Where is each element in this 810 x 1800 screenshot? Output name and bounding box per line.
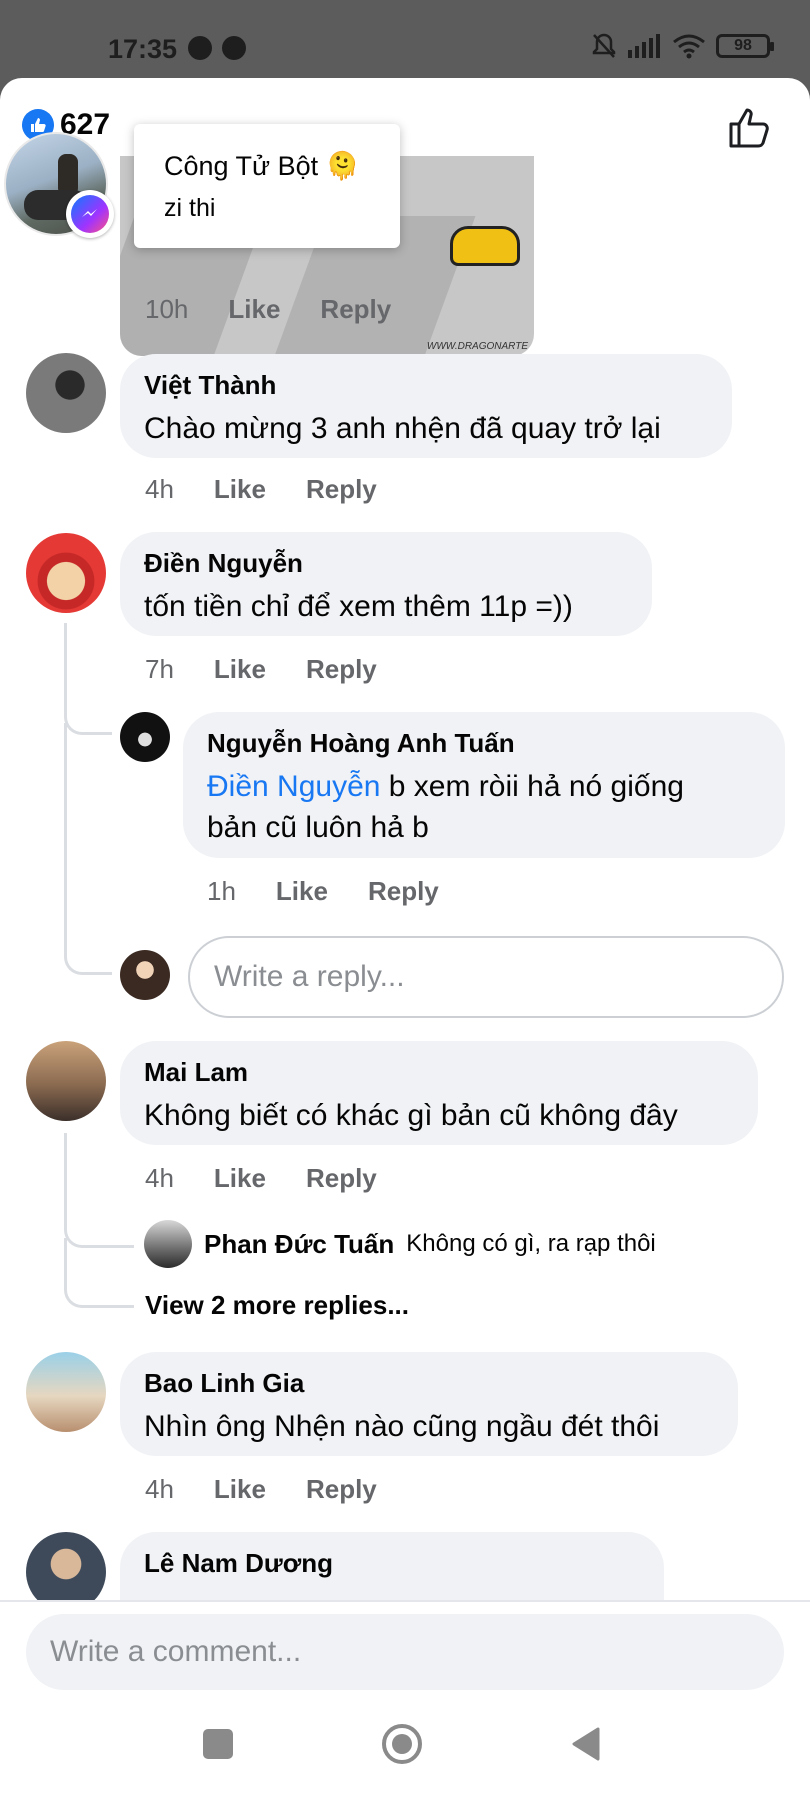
- popup-sender-name: Công Tử Bột 🫠: [164, 151, 360, 181]
- avatar: [120, 950, 170, 1000]
- comment-actions: 10h Like Reply: [145, 294, 391, 325]
- view-more-replies-link[interactable]: View 2 more replies...: [145, 1290, 409, 1321]
- comment-input[interactable]: [26, 1614, 784, 1690]
- reply-author[interactable]: Nguyễn Hoàng Anh Tuấn: [207, 728, 761, 759]
- comment-time: 4h: [145, 1163, 174, 1193]
- reply-text: Điền Nguyễn b xem ròii hả nó giống bản cũ…: [207, 767, 761, 848]
- reply-button[interactable]: Reply: [368, 876, 439, 907]
- status-icons: 98: [590, 32, 774, 60]
- facebook-icon: [222, 36, 246, 60]
- thread-connector: [64, 723, 112, 975]
- messenger-badge-icon: [66, 190, 114, 238]
- comment-bubble: Điền Nguyễn tốn tiền chỉ để xem thêm 11p…: [120, 532, 652, 636]
- reply-button[interactable]: Reply: [306, 654, 377, 685]
- back-triangle-icon[interactable]: [562, 1720, 610, 1768]
- comment-bubble: Việt Thành Chào mừng 3 anh nhện đã quay …: [120, 354, 732, 458]
- reply-preview[interactable]: Phan Đức Tuấn Không có gì, ra rạp thôi: [144, 1220, 656, 1268]
- comment-author[interactable]: Bao Linh Gia: [144, 1368, 714, 1399]
- like-button[interactable]: Like: [228, 294, 280, 325]
- reply-text: Không có gì, ra rạp thôi: [406, 1230, 656, 1257]
- comment-time: 7h: [145, 654, 174, 684]
- comment-actions: 4h Like Reply: [145, 1474, 377, 1505]
- messenger-icon: [188, 36, 212, 60]
- signal-icon: [628, 34, 660, 58]
- avatar[interactable]: [120, 712, 170, 762]
- sticker-character-foot: [450, 226, 520, 266]
- status-bar: 17:35 98: [0, 0, 810, 78]
- sticker-watermark: WWW.DRAGONARTE: [426, 341, 528, 352]
- comment-actions: 4h Like Reply: [145, 1163, 377, 1194]
- mute-icon: [592, 33, 616, 58]
- thread-connector: [64, 1133, 134, 1248]
- comment-author[interactable]: Mai Lam: [144, 1057, 734, 1088]
- avatar[interactable]: [26, 1352, 106, 1432]
- thumbs-up-icon[interactable]: [728, 106, 772, 150]
- comment-text: Không biết có khác gì bản cũ không đây: [144, 1099, 678, 1132]
- comment-time: 4h: [145, 474, 174, 504]
- battery-icon: 98: [716, 34, 774, 58]
- comment-time: 10h: [145, 294, 189, 324]
- like-button[interactable]: Like: [214, 474, 266, 505]
- reply-text-line1: b xem ròii hả nó giống: [380, 770, 684, 803]
- avatar[interactable]: [26, 533, 106, 613]
- comment-bubble: Mai Lam Không biết có khác gì bản cũ khô…: [120, 1041, 758, 1145]
- comments-sheet: 627 WWW.DRAGONARTE Công Tử Bột 🫠 zi thi …: [0, 78, 810, 1800]
- comment-author[interactable]: Điền Nguyễn: [144, 548, 628, 579]
- comment-text: Chào mừng 3 anh nhện đã quay trở lại: [144, 412, 661, 445]
- reply-button[interactable]: Reply: [306, 1474, 377, 1505]
- reply-author: Phan Đức Tuấn: [204, 1228, 395, 1259]
- wifi-icon: [673, 34, 705, 59]
- avatar[interactable]: [26, 353, 106, 433]
- reply-button[interactable]: Reply: [306, 474, 377, 505]
- comment-time: 4h: [145, 1474, 174, 1504]
- home-circle-icon[interactable]: [378, 1720, 426, 1768]
- like-button[interactable]: Like: [214, 1163, 266, 1194]
- popup-message-text: zi thi: [164, 194, 216, 222]
- system-nav-bar: [0, 1690, 810, 1800]
- comment-text: Nhìn ông Nhện nào cũng ngầu đét thôi: [144, 1410, 660, 1443]
- comment-author[interactable]: Lê Nam Dương: [144, 1548, 640, 1579]
- reply-button[interactable]: Reply: [320, 294, 391, 325]
- thread-connector: [64, 1238, 134, 1308]
- like-button[interactable]: Like: [214, 654, 266, 685]
- avatar: [144, 1220, 192, 1268]
- comment-author[interactable]: Việt Thành: [144, 370, 708, 401]
- like-button[interactable]: Like: [214, 1474, 266, 1505]
- reply-input[interactable]: [188, 936, 784, 1018]
- reply-button[interactable]: Reply: [306, 1163, 377, 1194]
- status-time: 17:35: [108, 34, 178, 64]
- comment-bubble: Bao Linh Gia Nhìn ông Nhện nào cũng ngầu…: [120, 1352, 738, 1456]
- reply-bubble: Nguyễn Hoàng Anh Tuấn Điền Nguyễn b xem …: [183, 712, 785, 858]
- like-button[interactable]: Like: [276, 876, 328, 907]
- recents-square-icon[interactable]: [194, 1720, 242, 1768]
- chat-head-message-popup[interactable]: Công Tử Bột 🫠 zi thi: [134, 124, 400, 248]
- reply-text-line2: bản cũ luôn hả b: [207, 810, 429, 844]
- reply-actions: 1h Like Reply: [207, 876, 439, 907]
- mention-link[interactable]: Điền Nguyễn: [207, 770, 380, 803]
- battery-level: 98: [734, 37, 752, 54]
- reply-time: 1h: [207, 876, 236, 906]
- comment-text: tốn tiền chỉ để xem thêm 11p =)): [144, 590, 573, 623]
- thread-connector: [64, 623, 112, 735]
- avatar[interactable]: [26, 1041, 106, 1121]
- comment-actions: 4h Like Reply: [145, 474, 377, 505]
- comment-actions: 7h Like Reply: [145, 654, 377, 685]
